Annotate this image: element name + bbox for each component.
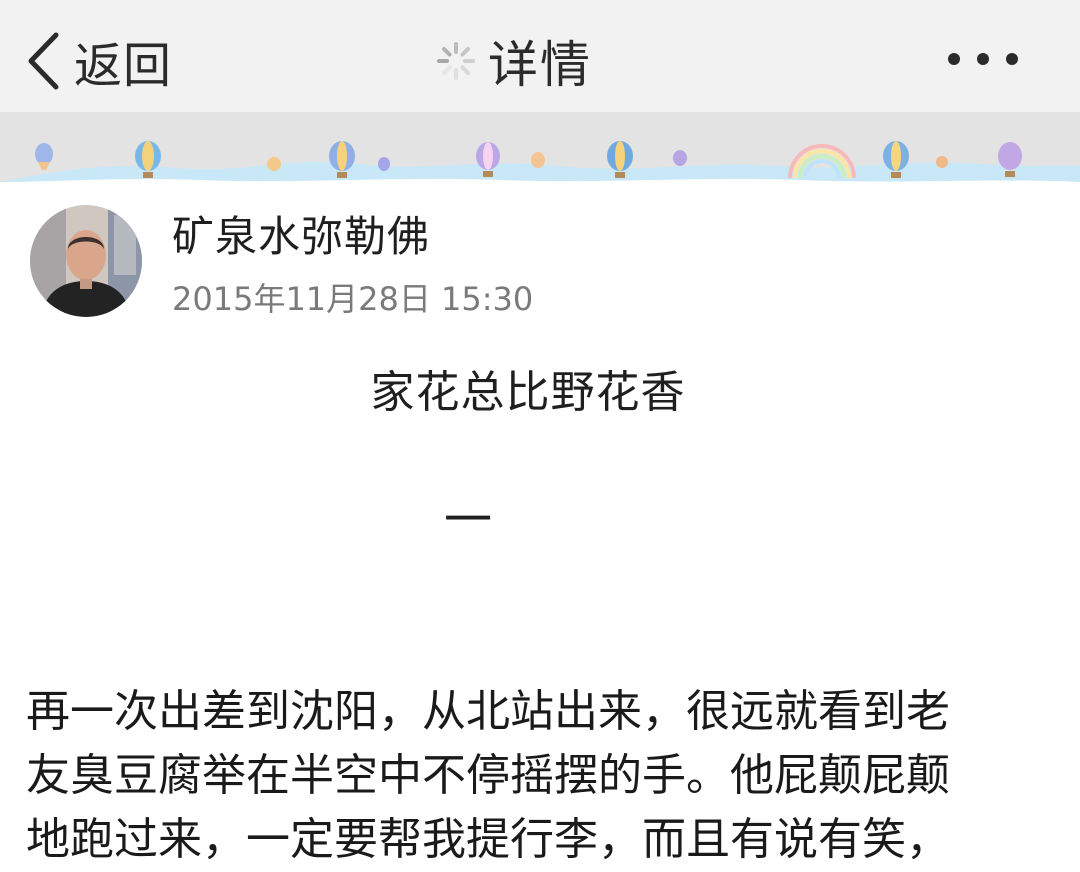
article-title: 家花总比野花香 <box>370 367 686 418</box>
hot-air-balloon-banner-art <box>0 141 1080 188</box>
chevron-left-icon <box>28 32 59 90</box>
body-line: 再一次出差到沈阳，从北站出来，很远就看到老 <box>26 686 950 737</box>
back-button[interactable]: 返回 <box>26 26 172 96</box>
article-body: 再一次出差到沈阳，从北站出来，很远就看到老 友臭豆腐举在半空中不停摇摆的手。他屁… <box>26 680 1066 872</box>
balloon-icon <box>35 143 53 170</box>
more-dots-icon <box>948 53 1018 65</box>
body-line: 地跑过来，一定要帮我提行李，而且有说有笑， <box>26 814 950 865</box>
author-avatar[interactable] <box>30 205 142 317</box>
loading-spinner-icon <box>437 42 475 80</box>
post-date: 2015年11月28日 15:30 <box>172 280 534 318</box>
page-title: 详情 <box>488 36 592 94</box>
section-number: 一 <box>443 492 492 548</box>
page-title-group: 详情 <box>436 26 592 96</box>
author-photo <box>30 205 142 317</box>
top-navigation-bar: 返回 详情 <box>0 0 1080 112</box>
back-label: 返回 <box>74 38 173 94</box>
decorative-balloon-banner <box>0 112 1080 188</box>
author-name[interactable]: 矿泉水弥勒佛 <box>172 203 430 264</box>
more-button[interactable] <box>940 40 1030 80</box>
body-line: 友臭豆腐举在半空中不停摇摆的手。他屁颠屁颠 <box>26 750 950 801</box>
